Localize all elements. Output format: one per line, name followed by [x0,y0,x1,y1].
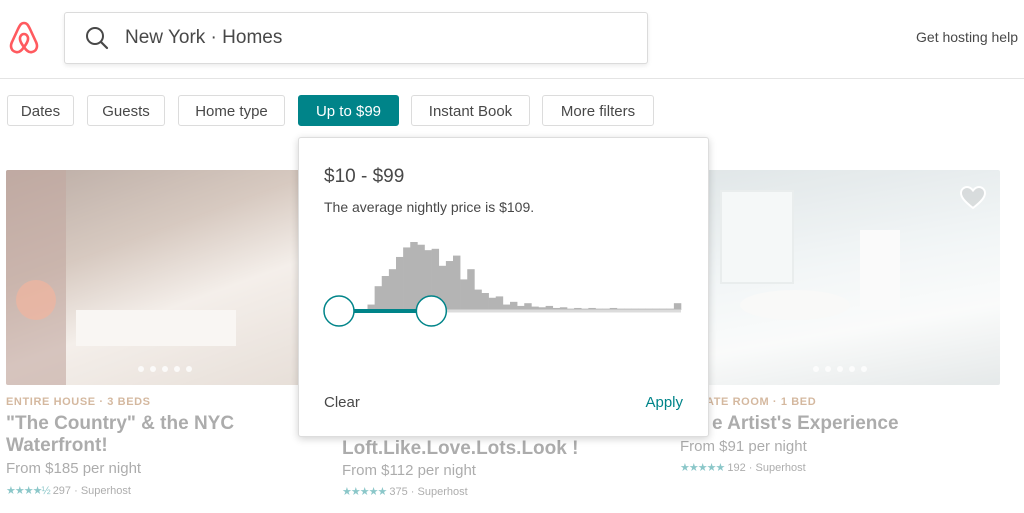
get-hosting-help-link[interactable]: Get hosting help [916,29,1018,45]
histogram-bar [510,301,518,310]
histogram-bar [524,303,532,310]
slider-min-handle[interactable] [323,295,355,327]
review-count: 297 · Superhost [52,485,131,497]
histogram-bar [381,276,390,310]
save-heart-icon[interactable] [959,185,987,210]
top-bar: New York · Homes Get hosting help [0,0,1024,79]
histogram-bar [403,247,411,310]
review-count: 375 · Superhost [389,486,468,498]
photo-carousel-dots[interactable] [6,359,324,377]
histogram-bar [531,306,539,310]
histogram-bar [673,303,682,310]
listing-title[interactable]: e Artist's Experience [712,413,992,435]
star-rating-icons: ★★★★½ [6,485,51,497]
search-bar[interactable]: New York · Homes [64,12,648,64]
more-filters-button[interactable]: More filters [542,95,654,126]
search-icon [86,27,109,50]
sofa-shape [76,310,236,346]
listing-title[interactable]: "The Country" & the NYC Waterfront! [6,413,296,457]
star-rating-icons: ★★★★★ [680,462,725,474]
histogram-bar [474,289,482,310]
price-histogram [323,242,682,327]
histogram-bar [460,279,468,310]
listing-type: ATE ROOM · 1 BED [706,396,817,408]
listing-photo[interactable] [680,170,1000,385]
average-price-text: The average nightly price is $109. [324,199,535,215]
price-filter-button[interactable]: Up to $99 [298,95,399,126]
clear-button[interactable]: Clear [324,394,360,411]
dates-filter-button[interactable]: Dates [7,95,74,126]
histogram-bar [481,293,489,310]
listing-rating: ★★★★★ 192 · Superhost [680,461,806,474]
listing-price: From $185 per night [6,460,142,477]
photo-carousel-dots[interactable] [680,359,1000,377]
price-range-label: $10 - $99 [324,166,405,187]
histogram-bar [388,269,397,310]
listing-price: From $91 per night [680,438,807,455]
airbnb-logo-icon[interactable] [7,20,41,56]
histogram-bar [453,255,461,310]
star-rating-icons: ★★★★★ [342,486,387,498]
fireplace-glow [16,280,56,320]
listing-photo[interactable] [6,170,324,385]
histogram-bar [488,297,497,310]
listing-rating: ★★★★½ 297 · Superhost [6,484,131,497]
search-input-value[interactable]: New York · Homes [125,27,282,49]
listing-price: From $112 per night [342,462,476,479]
instant-book-filter-button[interactable]: Instant Book [411,95,530,126]
brick-wall [6,170,66,385]
table-shape [740,290,850,320]
histogram-bar [445,261,454,310]
review-count: 192 · Superhost [727,462,806,474]
price-filter-popover: $10 - $99 The average nightly price is $… [298,137,709,437]
guests-filter-button[interactable]: Guests [87,95,165,126]
listing-type: ENTIRE HOUSE · 3 BEDS [6,396,151,408]
histogram-bar [517,305,525,310]
fridge-shape [860,230,900,310]
histogram-bar [374,286,383,310]
histogram-bar [502,304,511,310]
home-type-filter-button[interactable]: Home type [178,95,285,126]
apply-button[interactable]: Apply [645,394,683,411]
listing-rating: ★★★★★ 375 · Superhost [342,485,468,498]
histogram-bar [396,256,404,310]
histogram-bar [467,269,475,310]
slider-max-handle[interactable] [415,295,448,327]
listing-title[interactable]: Loft.Like.Love.Lots.Look ! [342,438,672,460]
histogram-bar [410,242,418,310]
histogram-bar [495,296,504,310]
histogram-bar [545,305,554,310]
window-shape [720,190,794,284]
